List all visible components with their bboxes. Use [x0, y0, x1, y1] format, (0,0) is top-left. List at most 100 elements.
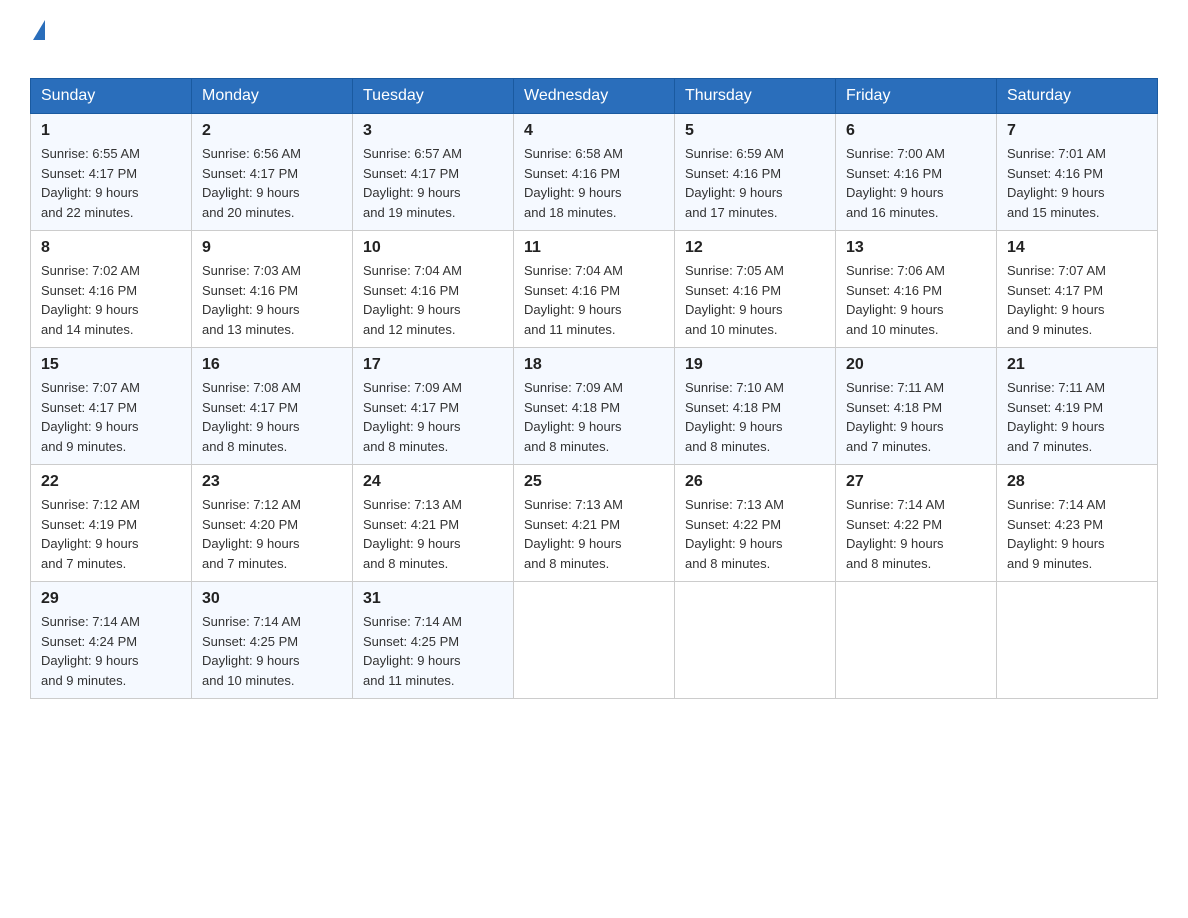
day-info: Sunrise: 7:09 AM Sunset: 4:18 PM Dayligh… — [524, 378, 664, 456]
day-info: Sunrise: 7:03 AM Sunset: 4:16 PM Dayligh… — [202, 261, 342, 339]
calendar-table: SundayMondayTuesdayWednesdayThursdayFrid… — [30, 78, 1158, 699]
day-info: Sunrise: 7:13 AM Sunset: 4:22 PM Dayligh… — [685, 495, 825, 573]
day-info: Sunrise: 7:14 AM Sunset: 4:25 PM Dayligh… — [202, 612, 342, 690]
day-info: Sunrise: 7:13 AM Sunset: 4:21 PM Dayligh… — [363, 495, 503, 573]
day-info: Sunrise: 7:14 AM Sunset: 4:22 PM Dayligh… — [846, 495, 986, 573]
day-number: 9 — [202, 239, 342, 257]
day-info: Sunrise: 7:06 AM Sunset: 4:16 PM Dayligh… — [846, 261, 986, 339]
day-info: Sunrise: 7:08 AM Sunset: 4:17 PM Dayligh… — [202, 378, 342, 456]
day-info: Sunrise: 7:07 AM Sunset: 4:17 PM Dayligh… — [1007, 261, 1147, 339]
day-cell-7: 7 Sunrise: 7:01 AM Sunset: 4:16 PM Dayli… — [997, 114, 1158, 231]
day-cell-8: 8 Sunrise: 7:02 AM Sunset: 4:16 PM Dayli… — [31, 231, 192, 348]
day-info: Sunrise: 7:04 AM Sunset: 4:16 PM Dayligh… — [363, 261, 503, 339]
day-cell-13: 13 Sunrise: 7:06 AM Sunset: 4:16 PM Dayl… — [836, 231, 997, 348]
day-number: 30 — [202, 590, 342, 608]
logo — [30, 20, 45, 68]
day-cell-5: 5 Sunrise: 6:59 AM Sunset: 4:16 PM Dayli… — [675, 114, 836, 231]
day-cell-31: 31 Sunrise: 7:14 AM Sunset: 4:25 PM Dayl… — [353, 582, 514, 699]
weekday-header-thursday: Thursday — [675, 79, 836, 114]
day-cell-12: 12 Sunrise: 7:05 AM Sunset: 4:16 PM Dayl… — [675, 231, 836, 348]
day-info: Sunrise: 7:11 AM Sunset: 4:18 PM Dayligh… — [846, 378, 986, 456]
weekday-header-row: SundayMondayTuesdayWednesdayThursdayFrid… — [31, 79, 1158, 114]
day-info: Sunrise: 6:57 AM Sunset: 4:17 PM Dayligh… — [363, 144, 503, 222]
day-info: Sunrise: 7:05 AM Sunset: 4:16 PM Dayligh… — [685, 261, 825, 339]
day-info: Sunrise: 6:55 AM Sunset: 4:17 PM Dayligh… — [41, 144, 181, 222]
week-row-2: 8 Sunrise: 7:02 AM Sunset: 4:16 PM Dayli… — [31, 231, 1158, 348]
day-info: Sunrise: 7:12 AM Sunset: 4:19 PM Dayligh… — [41, 495, 181, 573]
day-cell-15: 15 Sunrise: 7:07 AM Sunset: 4:17 PM Dayl… — [31, 348, 192, 465]
day-number: 7 — [1007, 122, 1147, 140]
day-cell-16: 16 Sunrise: 7:08 AM Sunset: 4:17 PM Dayl… — [192, 348, 353, 465]
day-cell-30: 30 Sunrise: 7:14 AM Sunset: 4:25 PM Dayl… — [192, 582, 353, 699]
day-info: Sunrise: 6:58 AM Sunset: 4:16 PM Dayligh… — [524, 144, 664, 222]
day-number: 11 — [524, 239, 664, 257]
day-number: 18 — [524, 356, 664, 374]
day-info: Sunrise: 7:01 AM Sunset: 4:16 PM Dayligh… — [1007, 144, 1147, 222]
day-cell-25: 25 Sunrise: 7:13 AM Sunset: 4:21 PM Dayl… — [514, 465, 675, 582]
day-info: Sunrise: 6:59 AM Sunset: 4:16 PM Dayligh… — [685, 144, 825, 222]
day-number: 8 — [41, 239, 181, 257]
day-info: Sunrise: 6:56 AM Sunset: 4:17 PM Dayligh… — [202, 144, 342, 222]
day-number: 1 — [41, 122, 181, 140]
week-row-1: 1 Sunrise: 6:55 AM Sunset: 4:17 PM Dayli… — [31, 114, 1158, 231]
empty-cell — [836, 582, 997, 699]
day-number: 21 — [1007, 356, 1147, 374]
day-number: 3 — [363, 122, 503, 140]
day-number: 14 — [1007, 239, 1147, 257]
day-cell-28: 28 Sunrise: 7:14 AM Sunset: 4:23 PM Dayl… — [997, 465, 1158, 582]
day-cell-29: 29 Sunrise: 7:14 AM Sunset: 4:24 PM Dayl… — [31, 582, 192, 699]
day-cell-24: 24 Sunrise: 7:13 AM Sunset: 4:21 PM Dayl… — [353, 465, 514, 582]
day-cell-26: 26 Sunrise: 7:13 AM Sunset: 4:22 PM Dayl… — [675, 465, 836, 582]
day-number: 2 — [202, 122, 342, 140]
day-cell-2: 2 Sunrise: 6:56 AM Sunset: 4:17 PM Dayli… — [192, 114, 353, 231]
day-cell-21: 21 Sunrise: 7:11 AM Sunset: 4:19 PM Dayl… — [997, 348, 1158, 465]
day-number: 25 — [524, 473, 664, 491]
empty-cell — [997, 582, 1158, 699]
day-cell-1: 1 Sunrise: 6:55 AM Sunset: 4:17 PM Dayli… — [31, 114, 192, 231]
week-row-4: 22 Sunrise: 7:12 AM Sunset: 4:19 PM Dayl… — [31, 465, 1158, 582]
day-number: 28 — [1007, 473, 1147, 491]
day-info: Sunrise: 7:14 AM Sunset: 4:23 PM Dayligh… — [1007, 495, 1147, 573]
day-cell-6: 6 Sunrise: 7:00 AM Sunset: 4:16 PM Dayli… — [836, 114, 997, 231]
day-info: Sunrise: 7:14 AM Sunset: 4:25 PM Dayligh… — [363, 612, 503, 690]
day-info: Sunrise: 7:13 AM Sunset: 4:21 PM Dayligh… — [524, 495, 664, 573]
week-row-5: 29 Sunrise: 7:14 AM Sunset: 4:24 PM Dayl… — [31, 582, 1158, 699]
week-row-3: 15 Sunrise: 7:07 AM Sunset: 4:17 PM Dayl… — [31, 348, 1158, 465]
day-info: Sunrise: 7:11 AM Sunset: 4:19 PM Dayligh… — [1007, 378, 1147, 456]
weekday-header-wednesday: Wednesday — [514, 79, 675, 114]
day-info: Sunrise: 7:04 AM Sunset: 4:16 PM Dayligh… — [524, 261, 664, 339]
day-cell-23: 23 Sunrise: 7:12 AM Sunset: 4:20 PM Dayl… — [192, 465, 353, 582]
day-cell-4: 4 Sunrise: 6:58 AM Sunset: 4:16 PM Dayli… — [514, 114, 675, 231]
day-cell-27: 27 Sunrise: 7:14 AM Sunset: 4:22 PM Dayl… — [836, 465, 997, 582]
day-number: 15 — [41, 356, 181, 374]
day-cell-11: 11 Sunrise: 7:04 AM Sunset: 4:16 PM Dayl… — [514, 231, 675, 348]
day-number: 10 — [363, 239, 503, 257]
day-cell-17: 17 Sunrise: 7:09 AM Sunset: 4:17 PM Dayl… — [353, 348, 514, 465]
day-number: 6 — [846, 122, 986, 140]
day-number: 24 — [363, 473, 503, 491]
day-number: 31 — [363, 590, 503, 608]
day-cell-10: 10 Sunrise: 7:04 AM Sunset: 4:16 PM Dayl… — [353, 231, 514, 348]
day-info: Sunrise: 7:00 AM Sunset: 4:16 PM Dayligh… — [846, 144, 986, 222]
empty-cell — [675, 582, 836, 699]
day-number: 22 — [41, 473, 181, 491]
day-info: Sunrise: 7:14 AM Sunset: 4:24 PM Dayligh… — [41, 612, 181, 690]
day-number: 5 — [685, 122, 825, 140]
day-number: 23 — [202, 473, 342, 491]
day-cell-18: 18 Sunrise: 7:09 AM Sunset: 4:18 PM Dayl… — [514, 348, 675, 465]
weekday-header-friday: Friday — [836, 79, 997, 114]
day-number: 19 — [685, 356, 825, 374]
weekday-header-sunday: Sunday — [31, 79, 192, 114]
day-cell-20: 20 Sunrise: 7:11 AM Sunset: 4:18 PM Dayl… — [836, 348, 997, 465]
day-cell-9: 9 Sunrise: 7:03 AM Sunset: 4:16 PM Dayli… — [192, 231, 353, 348]
day-number: 17 — [363, 356, 503, 374]
day-number: 16 — [202, 356, 342, 374]
day-number: 26 — [685, 473, 825, 491]
day-number: 27 — [846, 473, 986, 491]
day-number: 13 — [846, 239, 986, 257]
page-header — [30, 20, 1158, 68]
day-cell-19: 19 Sunrise: 7:10 AM Sunset: 4:18 PM Dayl… — [675, 348, 836, 465]
day-number: 12 — [685, 239, 825, 257]
logo-triangle-icon — [33, 20, 45, 40]
day-cell-22: 22 Sunrise: 7:12 AM Sunset: 4:19 PM Dayl… — [31, 465, 192, 582]
